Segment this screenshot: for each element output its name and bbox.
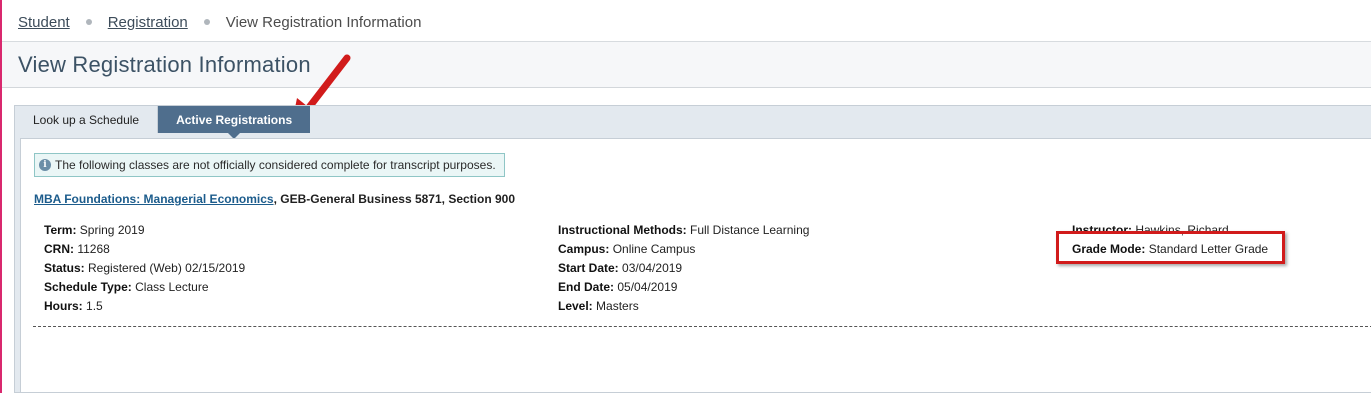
detail-campus: Campus: Online Campus bbox=[558, 242, 696, 256]
course-heading: MBA Foundations: Managerial Economics, G… bbox=[34, 192, 515, 206]
breadcrumb-current: View Registration Information bbox=[225, 13, 422, 31]
detail-start-date: Start Date: 03/04/2019 bbox=[558, 261, 683, 275]
details-column-2: Instructional Methods: Full Distance Lea… bbox=[558, 221, 809, 316]
page-title: View Registration Information bbox=[18, 52, 311, 77]
detail-hours: Hours: 1.5 bbox=[44, 299, 103, 313]
tab-bar: Look up a Schedule Active Registrations bbox=[15, 106, 311, 139]
breadcrumb-separator bbox=[85, 19, 92, 25]
info-notice: i The following classes are not official… bbox=[34, 153, 505, 177]
detail-schedule-type: Schedule Type: Class Lecture bbox=[44, 280, 209, 294]
breadcrumb-registration-link[interactable]: Registration bbox=[108, 14, 188, 31]
detail-crn: CRN: 11268 bbox=[44, 242, 110, 256]
notice-text: The following classes are not officially… bbox=[55, 158, 496, 172]
tab-active-registrations[interactable]: Active Registrations bbox=[158, 106, 311, 139]
tabs-panel: Look up a Schedule Active Registrations … bbox=[14, 105, 1371, 393]
breadcrumb-separator bbox=[203, 19, 210, 25]
breadcrumb-student-link[interactable]: Student bbox=[18, 14, 70, 31]
tab-look-up-schedule[interactable]: Look up a Schedule bbox=[15, 106, 159, 133]
grade-mode-highlight-box bbox=[1056, 231, 1285, 264]
course-title-link[interactable]: MBA Foundations: Managerial Economics bbox=[34, 192, 274, 206]
detail-instructional-methods: Instructional Methods: Full Distance Lea… bbox=[558, 223, 810, 237]
course-separator bbox=[33, 326, 1371, 327]
detail-end-date: End Date: 05/04/2019 bbox=[558, 280, 678, 294]
course-subject-section: , GEB-General Business 5871, Section 900 bbox=[273, 192, 516, 206]
detail-level: Level: Masters bbox=[558, 299, 639, 313]
info-icon: i bbox=[39, 159, 51, 171]
details-column-1: Term: Spring 2019 CRN: 11268 Status: Reg… bbox=[44, 221, 245, 316]
tab-content: i The following classes are not official… bbox=[20, 138, 1371, 392]
detail-term: Term: Spring 2019 bbox=[44, 223, 145, 237]
detail-status: Status: Registered (Web) 02/15/2019 bbox=[44, 261, 246, 275]
page: Student Registration View Registration I… bbox=[0, 0, 1371, 393]
breadcrumb: Student Registration View Registration I… bbox=[18, 10, 421, 34]
